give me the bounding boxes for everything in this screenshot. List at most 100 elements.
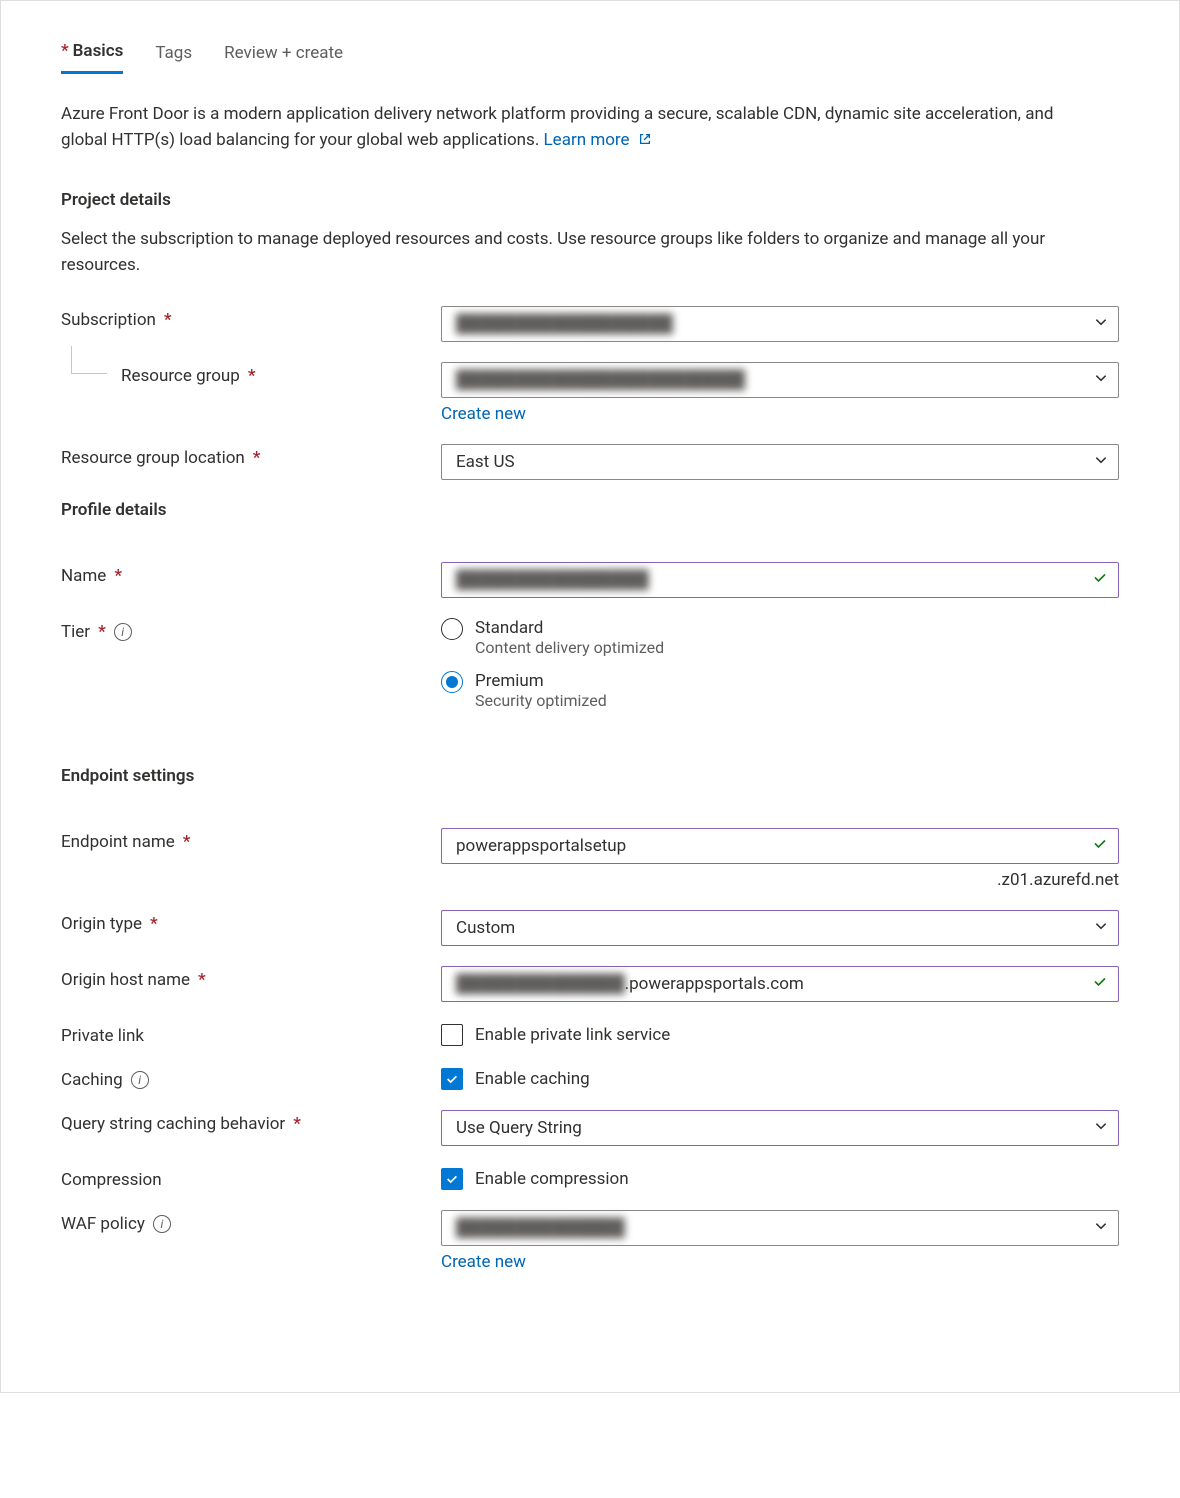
tab-label: Basics: [73, 41, 124, 61]
origin-type-select[interactable]: Custom: [441, 910, 1119, 946]
origin-host-input[interactable]: ██████████████.powerappsportals.com: [441, 966, 1119, 1002]
create-front-door-form: * Basics Tags Review + create Azure Fron…: [0, 0, 1180, 1393]
tab-review-create[interactable]: Review + create: [224, 41, 343, 74]
label-text: Resource group: [121, 366, 240, 386]
section-heading: Endpoint settings: [61, 766, 1119, 786]
profile-name-input[interactable]: ████████████████: [441, 562, 1119, 598]
row-compression: Compression Enable compression: [61, 1166, 1119, 1190]
required-icon: *: [61, 41, 69, 61]
row-rg-location: Resource group location * East US: [61, 444, 1119, 480]
tab-basics[interactable]: * Basics: [61, 41, 123, 74]
label-text: Compression: [61, 1170, 162, 1190]
row-endpoint-name: Endpoint name * powerappsportalsetup .z0…: [61, 828, 1119, 890]
tier-radio-group: Standard Content delivery optimized Prem…: [441, 618, 1119, 710]
private-link-checkbox[interactable]: Enable private link service: [441, 1022, 1119, 1046]
section-project-details: Project details Select the subscription …: [61, 190, 1119, 480]
link-text: Learn more: [544, 130, 630, 150]
required-icon: *: [248, 366, 256, 386]
tier-standard-radio[interactable]: Standard Content delivery optimized: [441, 618, 1119, 657]
label-text: WAF policy: [61, 1214, 145, 1234]
tree-connector-icon: [71, 346, 107, 374]
chevron-down-icon: [1094, 370, 1108, 390]
row-query-caching: Query string caching behavior * Use Quer…: [61, 1110, 1119, 1146]
endpoint-name-input[interactable]: powerappsportalsetup: [441, 828, 1119, 864]
row-name: Name * ████████████████: [61, 562, 1119, 598]
info-icon[interactable]: i: [131, 1071, 149, 1089]
label-text: Resource group location: [61, 448, 245, 468]
chevron-down-icon: [1094, 314, 1108, 334]
input-value-redacted: ██████████████: [456, 974, 625, 994]
field-label: Name *: [61, 562, 441, 586]
learn-more-link[interactable]: Learn more: [544, 130, 652, 150]
waf-policy-select[interactable]: ██████████████: [441, 1210, 1119, 1246]
valid-check-icon: [1092, 836, 1108, 857]
endpoint-suffix: .z01.azurefd.net: [441, 870, 1119, 890]
tab-tags[interactable]: Tags: [155, 41, 192, 74]
field-label: Resource group *: [61, 362, 441, 386]
input-value: ████████████████: [456, 570, 649, 590]
field-label: Endpoint name *: [61, 828, 441, 852]
create-new-rg-link[interactable]: Create new: [441, 404, 526, 424]
label-text: Subscription: [61, 310, 156, 330]
field-label: Compression: [61, 1166, 441, 1190]
tab-label: Tags: [155, 43, 192, 63]
checkbox-icon: [441, 1168, 463, 1190]
row-resource-group: Resource group * ███████████████████████…: [61, 362, 1119, 424]
label-text: Private link: [61, 1026, 144, 1046]
query-caching-select[interactable]: Use Query String: [441, 1110, 1119, 1146]
field-label: Resource group location *: [61, 444, 441, 468]
checkbox-icon: [441, 1068, 463, 1090]
row-private-link: Private link Enable private link service: [61, 1022, 1119, 1046]
caching-checkbox[interactable]: Enable caching: [441, 1066, 1119, 1090]
chevron-down-icon: [1094, 918, 1108, 938]
input-value: powerappsportalsetup: [456, 836, 626, 856]
radio-subtitle: Content delivery optimized: [475, 638, 664, 657]
required-icon: *: [98, 622, 106, 642]
row-origin-type: Origin type * Custom: [61, 910, 1119, 946]
radio-icon: [441, 618, 463, 640]
label-text: Caching: [61, 1070, 123, 1090]
required-icon: *: [164, 310, 172, 330]
field-label: Origin host name *: [61, 966, 441, 990]
info-icon[interactable]: i: [114, 623, 132, 641]
host-suffix: .powerappsportals.com: [625, 974, 804, 994]
section-description: Select the subscription to manage deploy…: [61, 227, 1081, 278]
required-icon: *: [198, 970, 206, 990]
chevron-down-icon: [1094, 1218, 1108, 1238]
select-value: ██████████████████: [456, 314, 673, 334]
tier-premium-radio[interactable]: Premium Security optimized: [441, 671, 1119, 710]
required-icon: *: [150, 914, 158, 934]
checkbox-label: Enable private link service: [475, 1025, 670, 1045]
section-heading: Project details: [61, 190, 1119, 210]
tabs: * Basics Tags Review + create: [61, 41, 1119, 74]
row-caching: Caching i Enable caching: [61, 1066, 1119, 1090]
field-label: Tier * i: [61, 618, 441, 642]
info-icon[interactable]: i: [153, 1215, 171, 1233]
label-text: Origin type: [61, 914, 142, 934]
required-icon: *: [293, 1114, 301, 1134]
compression-checkbox[interactable]: Enable compression: [441, 1166, 1119, 1190]
field-label: Origin type *: [61, 910, 441, 934]
row-subscription: Subscription * ██████████████████: [61, 306, 1119, 342]
subscription-select[interactable]: ██████████████████: [441, 306, 1119, 342]
label-text: Endpoint name: [61, 832, 175, 852]
select-value: ████████████████████████: [456, 370, 745, 390]
label-text: Name: [61, 566, 106, 586]
resource-group-select[interactable]: ████████████████████████: [441, 362, 1119, 398]
valid-check-icon: [1092, 974, 1108, 995]
field-label: Caching i: [61, 1066, 441, 1090]
rg-location-select[interactable]: East US: [441, 444, 1119, 480]
radio-subtitle: Security optimized: [475, 691, 607, 710]
checkbox-icon: [441, 1024, 463, 1046]
checkbox-label: Enable caching: [475, 1069, 590, 1089]
intro-text: Azure Front Door is a modern application…: [61, 102, 1081, 154]
row-waf-policy: WAF policy i ██████████████ Create new: [61, 1210, 1119, 1272]
select-value: East US: [456, 452, 515, 472]
chevron-down-icon: [1094, 452, 1108, 472]
radio-title: Standard: [475, 618, 664, 638]
label-text: Origin host name: [61, 970, 190, 990]
create-new-waf-link[interactable]: Create new: [441, 1252, 526, 1272]
field-label: Private link: [61, 1022, 441, 1046]
select-value: Use Query String: [456, 1118, 582, 1138]
valid-check-icon: [1092, 570, 1108, 591]
